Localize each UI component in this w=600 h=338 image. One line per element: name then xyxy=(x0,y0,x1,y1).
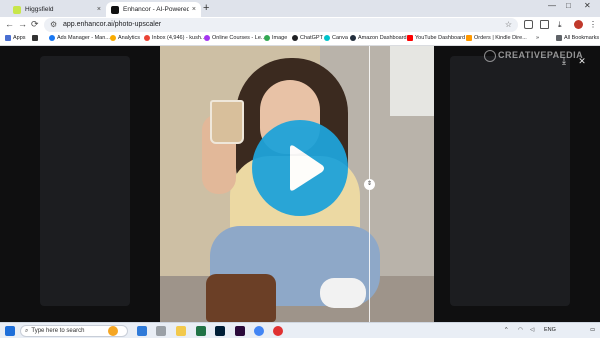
excel-icon[interactable] xyxy=(196,326,206,336)
tab-close-icon[interactable]: × xyxy=(97,6,101,13)
maximize-icon[interactable]: □ xyxy=(566,1,571,10)
iced-coffee-cup xyxy=(210,100,244,144)
notification-icon[interactable]: ▭ xyxy=(590,327,595,333)
photoshop-icon[interactable] xyxy=(215,326,225,336)
bookmark-label: Canva xyxy=(332,35,348,41)
play-icon xyxy=(290,145,324,191)
extension-icon[interactable] xyxy=(524,20,533,29)
amazon-icon xyxy=(350,35,356,41)
window-close-icon[interactable]: ✕ xyxy=(584,1,591,10)
new-tab-button[interactable]: + xyxy=(203,2,209,14)
bookmarks-overflow-icon[interactable]: » xyxy=(536,35,539,41)
bookmark-online-courses[interactable]: Online Courses - Le... xyxy=(204,35,266,41)
taskbar-app[interactable] xyxy=(137,326,147,336)
language-indicator[interactable]: ENG xyxy=(544,327,556,333)
address-url: app.enhancor.ai/photo-upscaler xyxy=(63,21,162,28)
copilot-icon[interactable] xyxy=(108,326,118,336)
profile-avatar[interactable] xyxy=(574,20,583,29)
image-icon xyxy=(264,35,270,41)
youtube-icon xyxy=(407,35,413,41)
back-button[interactable]: ← xyxy=(5,19,14,29)
kindle-icon xyxy=(466,35,472,41)
bookmark-label: Analytics xyxy=(118,35,141,41)
bookmark-amazon[interactable]: Amazon Dashboard xyxy=(350,35,407,41)
tray-chevron-icon[interactable]: ^ xyxy=(505,327,508,333)
windows-taskbar: ⌕ Type here to search ^ ◠ ◁ ENG ▭ xyxy=(0,322,600,338)
tray-volume-icon[interactable]: ◁ xyxy=(530,327,534,333)
background-panel-right xyxy=(450,56,570,306)
background-sidebar xyxy=(40,56,130,306)
apps-icon xyxy=(5,35,11,41)
bookmark-kindle[interactable]: Orders | Kindle Dire... xyxy=(466,35,527,41)
watermark-logo-icon xyxy=(484,50,496,62)
higgsfield-favicon-icon xyxy=(13,5,21,14)
bookmark-all[interactable]: All Bookmarks xyxy=(556,35,599,41)
play-button[interactable] xyxy=(252,120,348,216)
udemy-icon xyxy=(204,35,210,41)
tab-strip: Higgsfield × Enhancor - AI-Powered Skin … xyxy=(0,0,600,17)
bookmark-apps[interactable]: Apps xyxy=(5,35,26,41)
analytics-icon xyxy=(110,35,116,41)
bookmark-chatgpt[interactable]: ChatGPT xyxy=(292,35,323,41)
bookmark-inbox[interactable]: Inbox (4,946) - kush... xyxy=(144,35,206,41)
taskbar-app[interactable] xyxy=(156,326,166,336)
bookmarks-bar: Apps Ads Manager - Man... Analytics Inbo… xyxy=(0,33,600,46)
bookmark-label: Ads Manager - Man... xyxy=(57,35,110,41)
leather-bag xyxy=(206,274,276,322)
bookmark-canva[interactable]: Canva xyxy=(324,35,348,41)
bookmark-ads-manager[interactable]: Ads Manager - Man... xyxy=(49,35,110,41)
address-bar[interactable]: ⚙ app.enhancor.ai/photo-upscaler ☆ xyxy=(44,18,518,32)
sky xyxy=(390,46,434,116)
folder-icon xyxy=(556,35,562,41)
bookmark-label: All Bookmarks xyxy=(564,35,600,41)
chatgpt-icon xyxy=(292,35,298,41)
search-placeholder: Type here to search xyxy=(31,328,85,334)
file-explorer-icon[interactable] xyxy=(176,326,186,336)
bookmark-label: ChatGPT xyxy=(300,35,323,41)
bookmark-label: Apps xyxy=(13,35,26,41)
bookmark-analytics[interactable]: Analytics xyxy=(110,35,140,41)
bookmark-label: Online Courses - Le... xyxy=(212,35,266,41)
meta-icon xyxy=(49,35,55,41)
puzzle-icon[interactable] xyxy=(540,20,549,29)
reload-button[interactable]: ⟳ xyxy=(31,19,39,30)
minimize-icon[interactable]: — xyxy=(548,1,556,10)
tab-enhancor[interactable]: Enhancor - AI-Powered Skin Te × xyxy=(106,2,201,17)
sneaker xyxy=(320,278,366,308)
compare-handle[interactable]: ⇕ xyxy=(364,179,375,190)
search-icon: ⌕ xyxy=(25,327,29,334)
bookmark-grid[interactable] xyxy=(32,35,40,41)
grid-icon xyxy=(32,35,38,41)
tray-wifi-icon[interactable]: ◠ xyxy=(518,327,523,333)
bookmark-label: Amazon Dashboard xyxy=(358,35,407,41)
bookmark-label: Orders | Kindle Dire... xyxy=(474,35,527,41)
enhancor-favicon-icon xyxy=(111,5,119,14)
windows-start-icon[interactable] xyxy=(5,326,15,336)
browser-toolbar: ← → ⟳ ⚙ app.enhancor.ai/photo-upscaler ☆… xyxy=(0,17,600,33)
tab-title: Higgsfield xyxy=(25,6,54,13)
bookmark-image[interactable]: Image xyxy=(264,35,287,41)
forward-button[interactable]: → xyxy=(18,19,27,29)
download-icon[interactable]: ⤓ xyxy=(558,20,567,29)
chrome-icon[interactable] xyxy=(254,326,264,336)
bookmark-label: Image xyxy=(272,35,288,41)
bookmark-label: Inbox (4,946) - kush... xyxy=(152,35,206,41)
premiere-icon[interactable] xyxy=(235,326,245,336)
tab-title: Enhancor - AI-Powered Skin Te xyxy=(123,6,189,13)
bookmark-youtube[interactable]: YouTube Dashboard xyxy=(407,35,465,41)
site-info-icon[interactable]: ⚙ xyxy=(50,20,57,29)
bookmark-label: YouTube Dashboard xyxy=(415,35,466,41)
bookmark-star-icon[interactable]: ☆ xyxy=(505,20,512,29)
tab-higgsfield[interactable]: Higgsfield × xyxy=(8,2,106,17)
gmail-icon xyxy=(144,35,150,41)
canva-icon xyxy=(324,35,330,41)
menu-icon[interactable]: ⋮ xyxy=(589,20,598,29)
tab-close-icon[interactable]: × xyxy=(192,6,196,13)
recorder-icon[interactable] xyxy=(273,326,283,336)
photo-viewer-overlay: ⇕ ⤓ ✕ CREATIVEPAEDIA xyxy=(0,46,600,322)
watermark-text: CREATIVEPAEDIA xyxy=(498,50,584,60)
